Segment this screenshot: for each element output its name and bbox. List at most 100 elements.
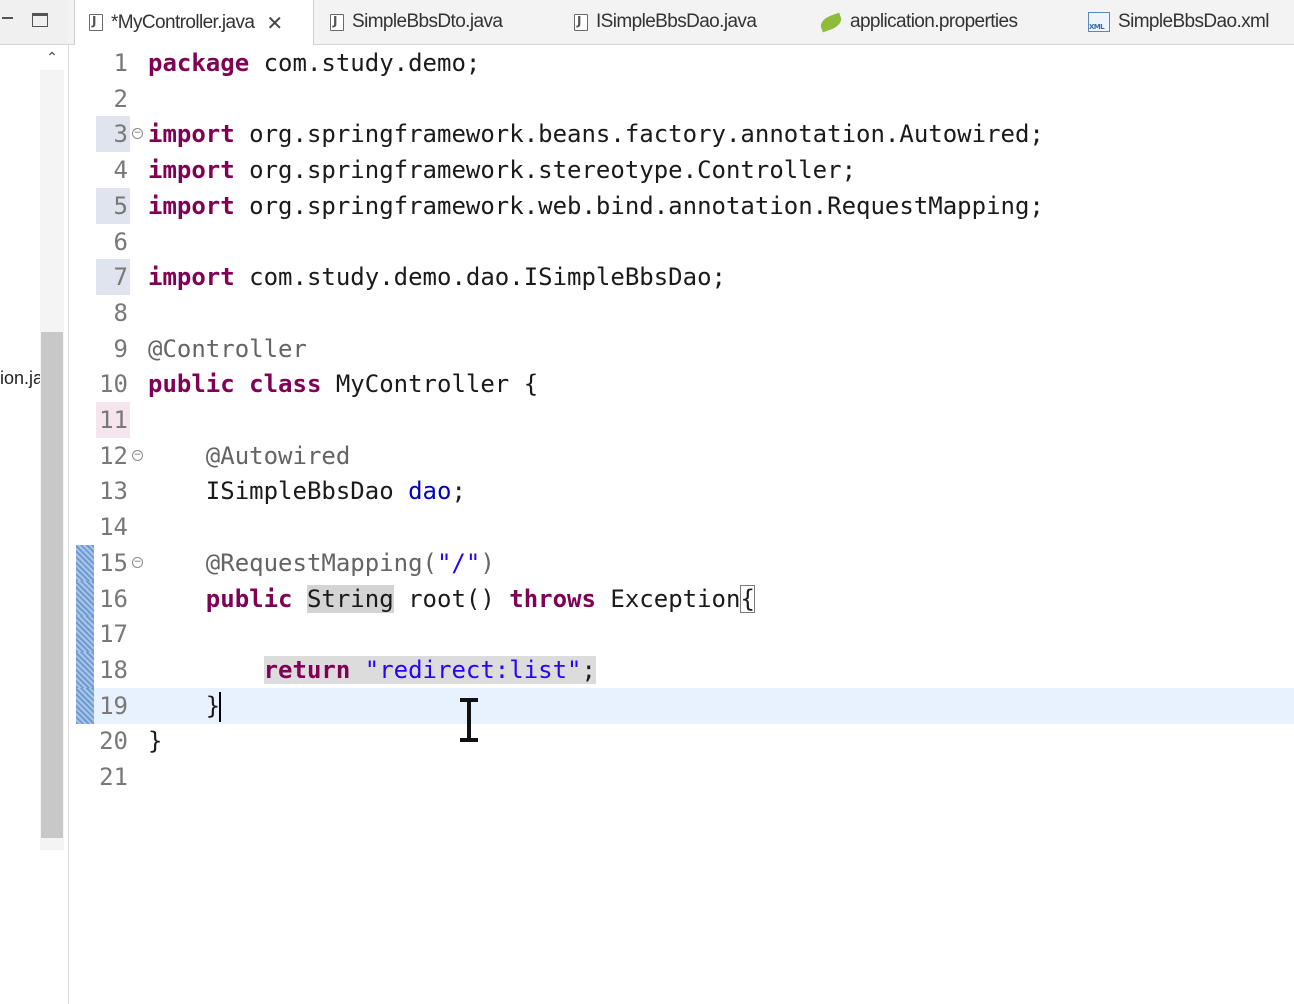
fold-toggle-icon[interactable]: − xyxy=(132,449,143,461)
keyword-token: import xyxy=(148,156,235,185)
change-marker xyxy=(76,687,94,724)
change-marker xyxy=(76,651,94,688)
tab-application-properties[interactable]: application.properties xyxy=(818,0,1018,44)
tab-simplebbsdao-xml[interactable]: SimpleBbsDao.xml xyxy=(1088,0,1270,44)
tab-simplebbsdto[interactable]: SimpleBbsDto.java xyxy=(330,0,503,44)
tab-label: SimpleBbsDto.java xyxy=(352,11,503,32)
code-line[interactable]: 10 public class MyController { xyxy=(76,366,1294,402)
code-line[interactable]: 1 package com.study.demo; xyxy=(76,45,1294,81)
field-token: dao xyxy=(408,477,452,506)
scroll-up-icon[interactable]: ⌃ xyxy=(44,50,60,66)
code-text[interactable]: import org.springframework.stereotype.Co… xyxy=(148,152,856,188)
tab-label: SimpleBbsDao.xml xyxy=(1118,11,1270,32)
annotation-token: @RequestMapping( xyxy=(205,548,437,577)
code-line[interactable]: 14 xyxy=(76,509,1294,545)
code-text[interactable]: } xyxy=(148,688,222,724)
maximize-icon[interactable] xyxy=(32,13,48,27)
code-line[interactable]: 20} xyxy=(76,723,1294,759)
code-line[interactable]: 3− import org.springframework.beans.facto… xyxy=(76,116,1294,153)
explorer-item-truncated[interactable]: ion.ja xyxy=(0,368,40,389)
line-number: 19 xyxy=(99,691,128,720)
code-token: } xyxy=(148,691,221,720)
keyword-token: import xyxy=(148,120,235,149)
code-line[interactable]: 11 xyxy=(76,402,1294,438)
code-line[interactable]: 6 xyxy=(76,224,1294,260)
code-text[interactable]: ISimpleBbsDao dao; xyxy=(148,473,466,509)
package-explorer-panel: ⌃ ion.ja xyxy=(0,0,69,1004)
code-token: root() xyxy=(393,584,510,613)
change-marker xyxy=(76,580,94,617)
scrollbar-thumb[interactable] xyxy=(41,332,63,838)
code-text[interactable]: @Autowired xyxy=(148,438,351,474)
code-token: org.springframework.stereotype.Controlle… xyxy=(234,156,857,185)
code-line[interactable]: 2 xyxy=(76,81,1294,117)
selected-string: "redirect:list" xyxy=(364,655,582,684)
line-number: 10 xyxy=(99,370,128,399)
line-number: 17 xyxy=(99,620,128,649)
code-line[interactable]: 13 ISimpleBbsDao dao; xyxy=(76,473,1294,509)
code-line[interactable]: 19 } xyxy=(76,687,1294,724)
java-file-icon xyxy=(89,14,103,31)
code-token: ; xyxy=(451,477,466,506)
line-number: 16 xyxy=(99,584,128,613)
code-line[interactable]: 12− @Autowired xyxy=(76,438,1294,474)
line-number: 2 xyxy=(113,84,128,113)
code-text[interactable]: @Controller xyxy=(148,331,307,367)
tab-label: ISimpleBbsDao.java xyxy=(596,11,757,32)
code-text[interactable]: } xyxy=(148,723,162,759)
selected-keyword: return xyxy=(263,655,351,684)
code-text[interactable]: public String root() throws Exception{ xyxy=(148,581,755,617)
code-line[interactable]: 5 import org.springframework.web.bind.ann… xyxy=(76,187,1294,224)
code-text[interactable]: @RequestMapping("/") xyxy=(148,545,495,581)
text-caret xyxy=(219,691,222,722)
annotation-token: ) xyxy=(480,548,495,577)
editor-tab-bar: *MyController.java ✕ SimpleBbsDto.java I… xyxy=(68,0,1294,45)
keyword-token: class xyxy=(249,370,322,399)
fold-toggle-icon[interactable]: − xyxy=(132,128,143,140)
tab-label: *MyController.java xyxy=(111,11,255,33)
code-line[interactable]: 7 import com.study.demo.dao.ISimpleBbsDao… xyxy=(76,259,1294,296)
code-line[interactable]: 17 xyxy=(76,616,1294,653)
code-line[interactable]: 16 public String root() throws Exception… xyxy=(76,580,1294,617)
code-text[interactable]: package com.study.demo; xyxy=(148,45,480,81)
occurrence-highlight: String xyxy=(306,584,394,613)
line-number: 5 xyxy=(96,187,130,224)
line-number: 1 xyxy=(113,49,128,77)
code-line[interactable]: 9 @Controller xyxy=(76,331,1294,367)
code-text[interactable]: public class MyController { xyxy=(148,366,538,402)
code-text[interactable]: return "redirect:list"; xyxy=(148,652,596,688)
properties-leaf-icon xyxy=(818,12,844,32)
code-text[interactable]: import com.study.demo.dao.ISimpleBbsDao; xyxy=(148,259,726,295)
line-number: 21 xyxy=(99,763,128,791)
code-token: MyController { xyxy=(321,370,539,399)
line-number: 7 xyxy=(96,259,130,296)
code-line[interactable]: 18 return "redirect:list"; xyxy=(76,651,1294,688)
tab-isimplebbsdao[interactable]: ISimpleBbsDao.java xyxy=(574,0,757,44)
annotation-token: @Controller xyxy=(148,334,307,363)
code-text[interactable]: import org.springframework.beans.factory… xyxy=(148,116,1044,152)
code-text[interactable]: import org.springframework.web.bind.anno… xyxy=(148,188,1044,224)
line-number: 18 xyxy=(99,655,128,684)
close-icon[interactable]: ✕ xyxy=(266,11,283,35)
code-token: org.springframework.web.bind.annotation.… xyxy=(234,191,1044,220)
code-token: com.study.demo; xyxy=(249,49,481,77)
minimize-icon[interactable] xyxy=(2,10,14,26)
code-editor[interactable]: 1 package com.study.demo; 2 3− import org.sp… xyxy=(76,45,1294,1004)
view-toolbar xyxy=(0,0,68,45)
code-token: Exception xyxy=(595,584,741,613)
line-number: 3 xyxy=(96,116,130,153)
code-line[interactable]: 8 xyxy=(76,295,1294,331)
tab-label: application.properties xyxy=(850,11,1018,32)
code-line[interactable]: 15− @RequestMapping("/") xyxy=(76,544,1294,581)
java-file-icon xyxy=(574,13,588,31)
fold-toggle-icon[interactable]: − xyxy=(132,556,143,568)
code-line[interactable]: 21 xyxy=(76,759,1294,795)
code-line[interactable]: 4 import org.springframework.stereotype.C… xyxy=(76,152,1294,188)
tab-mycontroller[interactable]: *MyController.java ✕ xyxy=(74,0,314,45)
line-number: 13 xyxy=(99,477,128,506)
